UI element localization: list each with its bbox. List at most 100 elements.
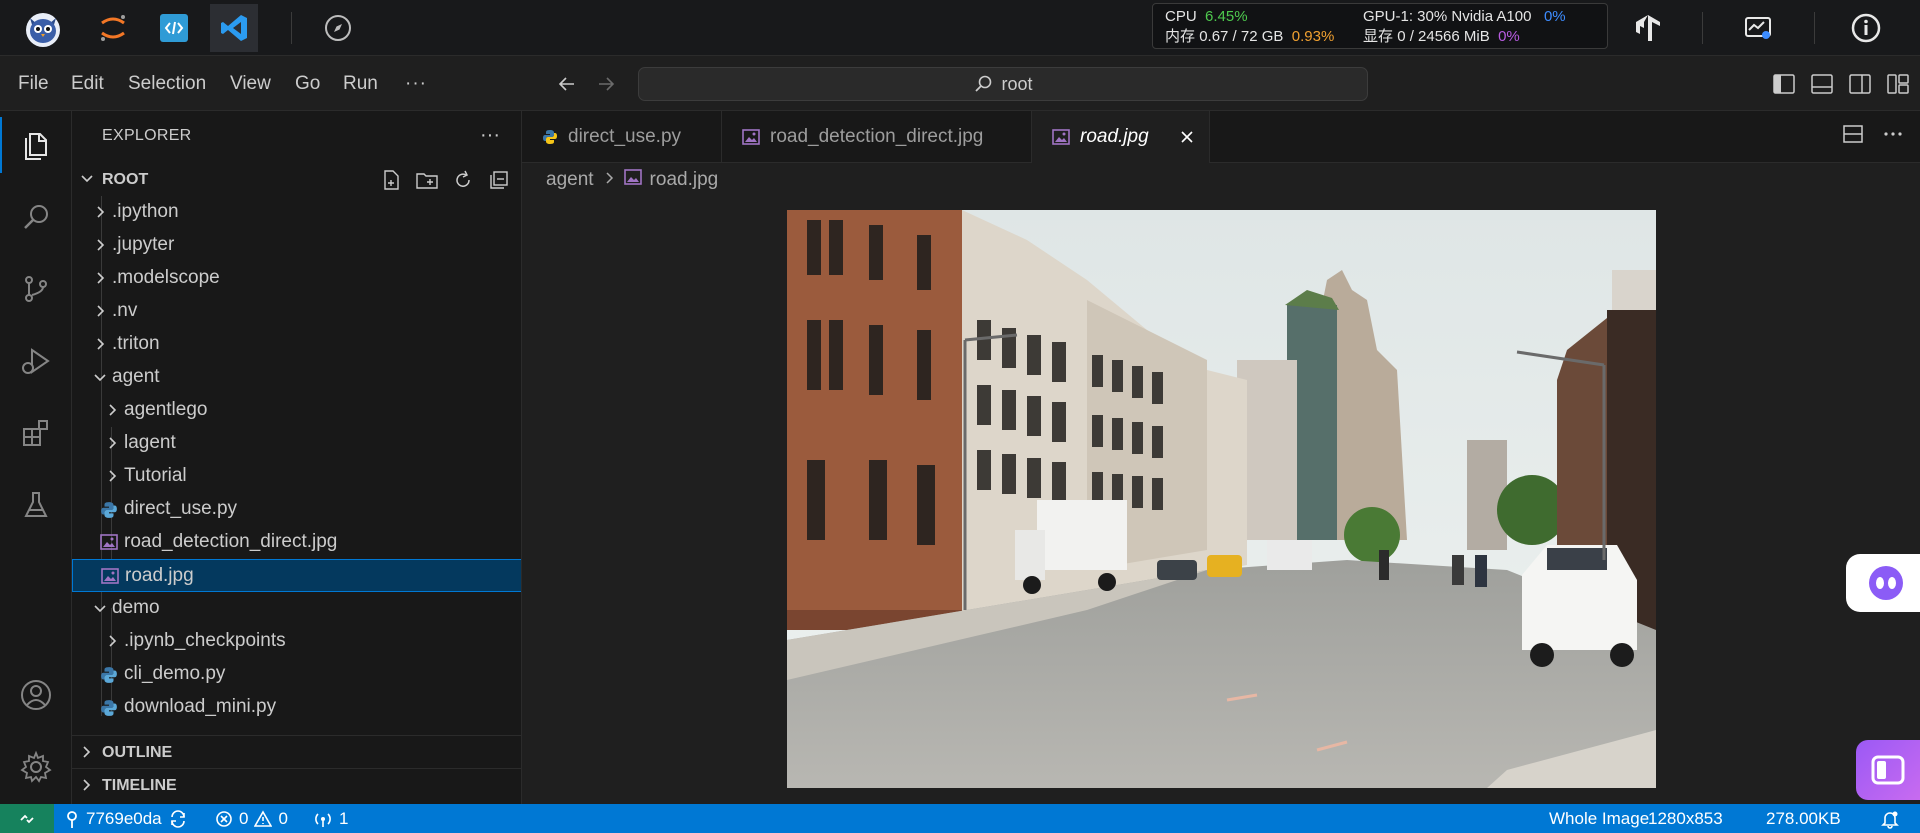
image-file-icon bbox=[101, 568, 119, 586]
remote-indicator-icon[interactable] bbox=[0, 804, 54, 833]
owl-app-icon[interactable] bbox=[19, 4, 67, 52]
chevron-right-icon bbox=[104, 402, 120, 418]
toggle-primary-sidebar-icon[interactable] bbox=[1771, 71, 1797, 97]
testing-flask-icon[interactable] bbox=[0, 477, 72, 533]
notifications-bell-icon[interactable] bbox=[1880, 804, 1900, 833]
tree-item-download-mini-py[interactable]: download_mini.py bbox=[72, 691, 521, 724]
tree-item-road-jpg[interactable]: road.jpg bbox=[72, 559, 521, 592]
explorer-activity-icon[interactable] bbox=[0, 117, 72, 173]
editor-more-actions-icon[interactable] bbox=[1882, 123, 1904, 150]
breadcrumb-folder[interactable]: agent bbox=[546, 169, 594, 191]
file-size: 278.00KB bbox=[1766, 808, 1841, 828]
tree-item-triton[interactable]: .triton bbox=[72, 328, 521, 361]
python-file-icon bbox=[542, 129, 558, 145]
code-editor-app-icon[interactable] bbox=[150, 4, 198, 52]
extensions-icon[interactable] bbox=[0, 405, 72, 461]
tree-item-label: .triton bbox=[112, 333, 160, 354]
tree-item-lagent[interactable]: lagent bbox=[72, 427, 521, 460]
tree-item-label: .modelscope bbox=[112, 267, 220, 288]
tab-direct-use-py[interactable]: direct_use.py bbox=[522, 111, 722, 163]
tree-item-label: .ipython bbox=[112, 201, 179, 222]
explorer-sidebar: EXPLORER ··· ROOT .ipython .jupyter .model… bbox=[72, 111, 522, 804]
tree-item-tutorial[interactable]: Tutorial bbox=[72, 460, 521, 493]
tree-item-label: road.jpg bbox=[125, 565, 194, 586]
account-icon[interactable] bbox=[0, 667, 72, 723]
sysbar-separator bbox=[1702, 12, 1703, 44]
menu-edit[interactable]: Edit bbox=[71, 57, 104, 111]
breadcrumb: agent road.jpg bbox=[522, 163, 1920, 197]
search-activity-icon[interactable] bbox=[0, 189, 72, 245]
python-file-icon bbox=[100, 501, 118, 519]
tree-item-direct-use-py[interactable]: direct_use.py bbox=[72, 493, 521, 526]
menu-more[interactable]: ··· bbox=[405, 57, 427, 111]
monitor-dashboard-icon[interactable] bbox=[1738, 8, 1778, 48]
toggle-secondary-sidebar-icon[interactable] bbox=[1847, 71, 1873, 97]
new-folder-icon[interactable] bbox=[414, 167, 440, 193]
tab-road-detection-direct-jpg[interactable]: road_detection_direct.jpg bbox=[722, 111, 1032, 163]
forward-arrow-icon[interactable] bbox=[593, 71, 619, 97]
assistant-face-button[interactable] bbox=[1846, 554, 1920, 612]
tree-item-cli-demo-py[interactable]: cli_demo.py bbox=[72, 658, 521, 691]
image-file-icon bbox=[742, 129, 760, 145]
chevron-right-icon bbox=[602, 169, 616, 191]
split-editor-icon[interactable] bbox=[1842, 123, 1864, 150]
app-separator bbox=[291, 12, 292, 44]
tree-item-ipynb-checkpoints[interactable]: .ipynb_checkpoints bbox=[72, 625, 521, 658]
root-label: ROOT bbox=[102, 171, 149, 188]
sync-icon[interactable] bbox=[168, 809, 188, 828]
tree-item-jupyter[interactable]: .jupyter bbox=[72, 229, 521, 262]
chevron-right-icon bbox=[92, 303, 108, 319]
tensorflow-icon[interactable] bbox=[1628, 8, 1668, 48]
tree-item-modelscope[interactable]: .modelscope bbox=[72, 262, 521, 295]
tree-item-demo[interactable]: demo bbox=[72, 592, 521, 625]
tree-item-label: Tutorial bbox=[124, 465, 187, 486]
ports-count: 1 bbox=[339, 808, 349, 828]
refresh-icon[interactable] bbox=[450, 167, 476, 193]
vscode-app-icon[interactable] bbox=[210, 4, 258, 52]
tree-item-nv[interactable]: .nv bbox=[72, 295, 521, 328]
explorer-more-actions[interactable]: ··· bbox=[476, 121, 504, 149]
timeline-section[interactable]: TIMELINE bbox=[72, 768, 521, 801]
compass-icon[interactable] bbox=[314, 4, 362, 52]
command-center-search[interactable]: root bbox=[638, 67, 1368, 101]
git-branch-status[interactable]: 7769e0da bbox=[64, 804, 188, 833]
jupyter-icon[interactable] bbox=[89, 4, 137, 52]
warning-count: 0 bbox=[278, 808, 288, 828]
tree-item-road-detection-direct-jpg[interactable]: road_detection_direct.jpg bbox=[72, 526, 521, 559]
tree-item-label: .nv bbox=[112, 300, 138, 321]
tree-item-label: download_mini.py bbox=[124, 696, 277, 717]
breadcrumb-file[interactable]: road.jpg bbox=[650, 169, 719, 191]
tree-item-agent[interactable]: agent bbox=[72, 361, 521, 394]
tree-item-agentlego[interactable]: agentlego bbox=[72, 394, 521, 427]
menu-run[interactable]: Run bbox=[343, 57, 378, 111]
cpu-label: CPU bbox=[1165, 8, 1197, 25]
menu-file[interactable]: File bbox=[18, 57, 49, 111]
vram-percent: 0% bbox=[1498, 28, 1520, 45]
zoom-status[interactable]: Whole Image bbox=[1549, 804, 1649, 833]
new-file-icon[interactable] bbox=[378, 167, 404, 193]
toggle-panel-icon[interactable] bbox=[1809, 71, 1835, 97]
tab-road-jpg[interactable]: road.jpg bbox=[1032, 111, 1210, 163]
tree-item-ipython[interactable]: .ipython bbox=[72, 196, 521, 229]
menu-go[interactable]: Go bbox=[295, 57, 320, 111]
source-control-icon[interactable] bbox=[0, 261, 72, 317]
menu-selection[interactable]: Selection bbox=[128, 57, 206, 111]
tree-item-label: .ipynb_checkpoints bbox=[124, 630, 286, 651]
road-photo-image[interactable] bbox=[787, 210, 1656, 788]
ports-status[interactable]: 1 bbox=[313, 804, 348, 833]
collapse-all-icon[interactable] bbox=[486, 167, 512, 193]
run-debug-icon[interactable] bbox=[0, 333, 72, 389]
settings-gear-icon[interactable] bbox=[0, 739, 72, 795]
customize-layout-icon[interactable] bbox=[1885, 71, 1911, 97]
outline-section[interactable]: OUTLINE bbox=[72, 735, 521, 768]
close-icon[interactable] bbox=[1179, 129, 1195, 145]
root-folder-header[interactable]: ROOT bbox=[72, 163, 521, 196]
error-icon bbox=[216, 810, 232, 827]
info-icon[interactable] bbox=[1846, 8, 1886, 48]
image-dimensions: 1280x853 bbox=[1648, 808, 1723, 828]
python-file-icon bbox=[100, 666, 118, 684]
side-panel-toggle-button[interactable] bbox=[1856, 740, 1920, 800]
back-arrow-icon[interactable] bbox=[554, 71, 580, 97]
problems-status[interactable]: 0 0 bbox=[215, 804, 288, 833]
menu-view[interactable]: View bbox=[230, 57, 271, 111]
